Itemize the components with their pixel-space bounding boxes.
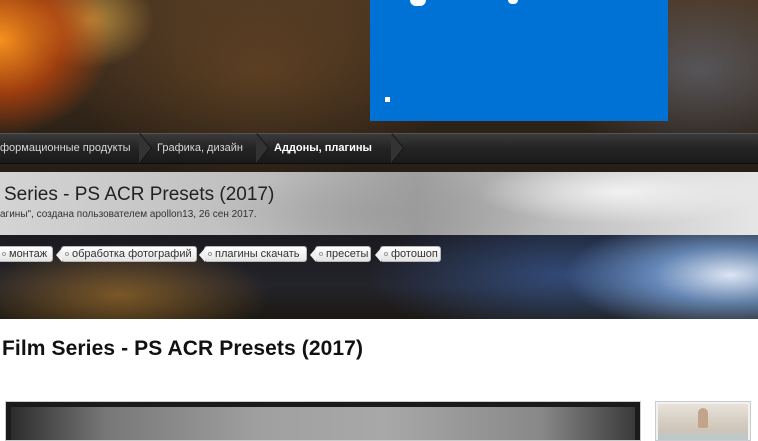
tag-label: монтаж — [9, 248, 48, 260]
tag-label: плагины скачать — [215, 248, 300, 260]
ad-dot-icon — [385, 97, 390, 102]
tag-photo-processing[interactable]: обработка фотографий — [56, 246, 197, 262]
breadcrumb-separator-icon — [139, 133, 154, 163]
breadcrumb-item-addons[interactable]: Аддоны, плагины — [274, 134, 386, 163]
tag-label: пресеты — [326, 248, 369, 260]
side-thumbnail[interactable] — [655, 401, 751, 441]
tag-hole-icon — [384, 252, 388, 256]
breadcrumb-item-graphics[interactable]: Графика, дизайн — [157, 134, 257, 163]
advertisement-banner[interactable] — [370, 0, 668, 121]
tag-hole-icon — [319, 252, 323, 256]
tag-hole-icon — [65, 252, 69, 256]
tag-notch-icon — [199, 248, 205, 262]
breadcrumb-separator-icon — [391, 133, 406, 163]
thumbnail-figure — [698, 408, 708, 428]
post-title: Film Series - PS ACR Presets (2017) — [2, 337, 364, 360]
tag-hole-icon — [208, 252, 212, 256]
breadcrumb-item-products[interactable]: формационные продукты — [0, 134, 145, 163]
tag-label: обработка фотографий — [72, 248, 192, 260]
breadcrumb-separator-icon — [256, 133, 271, 163]
tag-label: фотошоп — [391, 248, 438, 260]
post-image[interactable] — [5, 401, 641, 441]
thread-meta: агины", создана пользователем apollon13,… — [0, 209, 257, 220]
tag-plugins-download[interactable]: плагины скачать — [199, 246, 307, 262]
tag-presets[interactable]: пресеты — [310, 246, 371, 262]
post-image-content — [11, 407, 635, 440]
tag-photoshop[interactable]: фотошоп — [375, 246, 441, 262]
thread-title: Series - PS ACR Presets (2017) — [4, 184, 275, 205]
breadcrumb: формационные продукты Графика, дизайн Ад… — [0, 133, 758, 164]
tag-notch-icon — [310, 248, 316, 262]
tag-hole-icon — [2, 252, 6, 256]
tag-notch-icon — [375, 248, 381, 262]
tag-notch-icon — [56, 248, 62, 262]
tag-montage[interactable]: монтаж — [0, 246, 53, 262]
